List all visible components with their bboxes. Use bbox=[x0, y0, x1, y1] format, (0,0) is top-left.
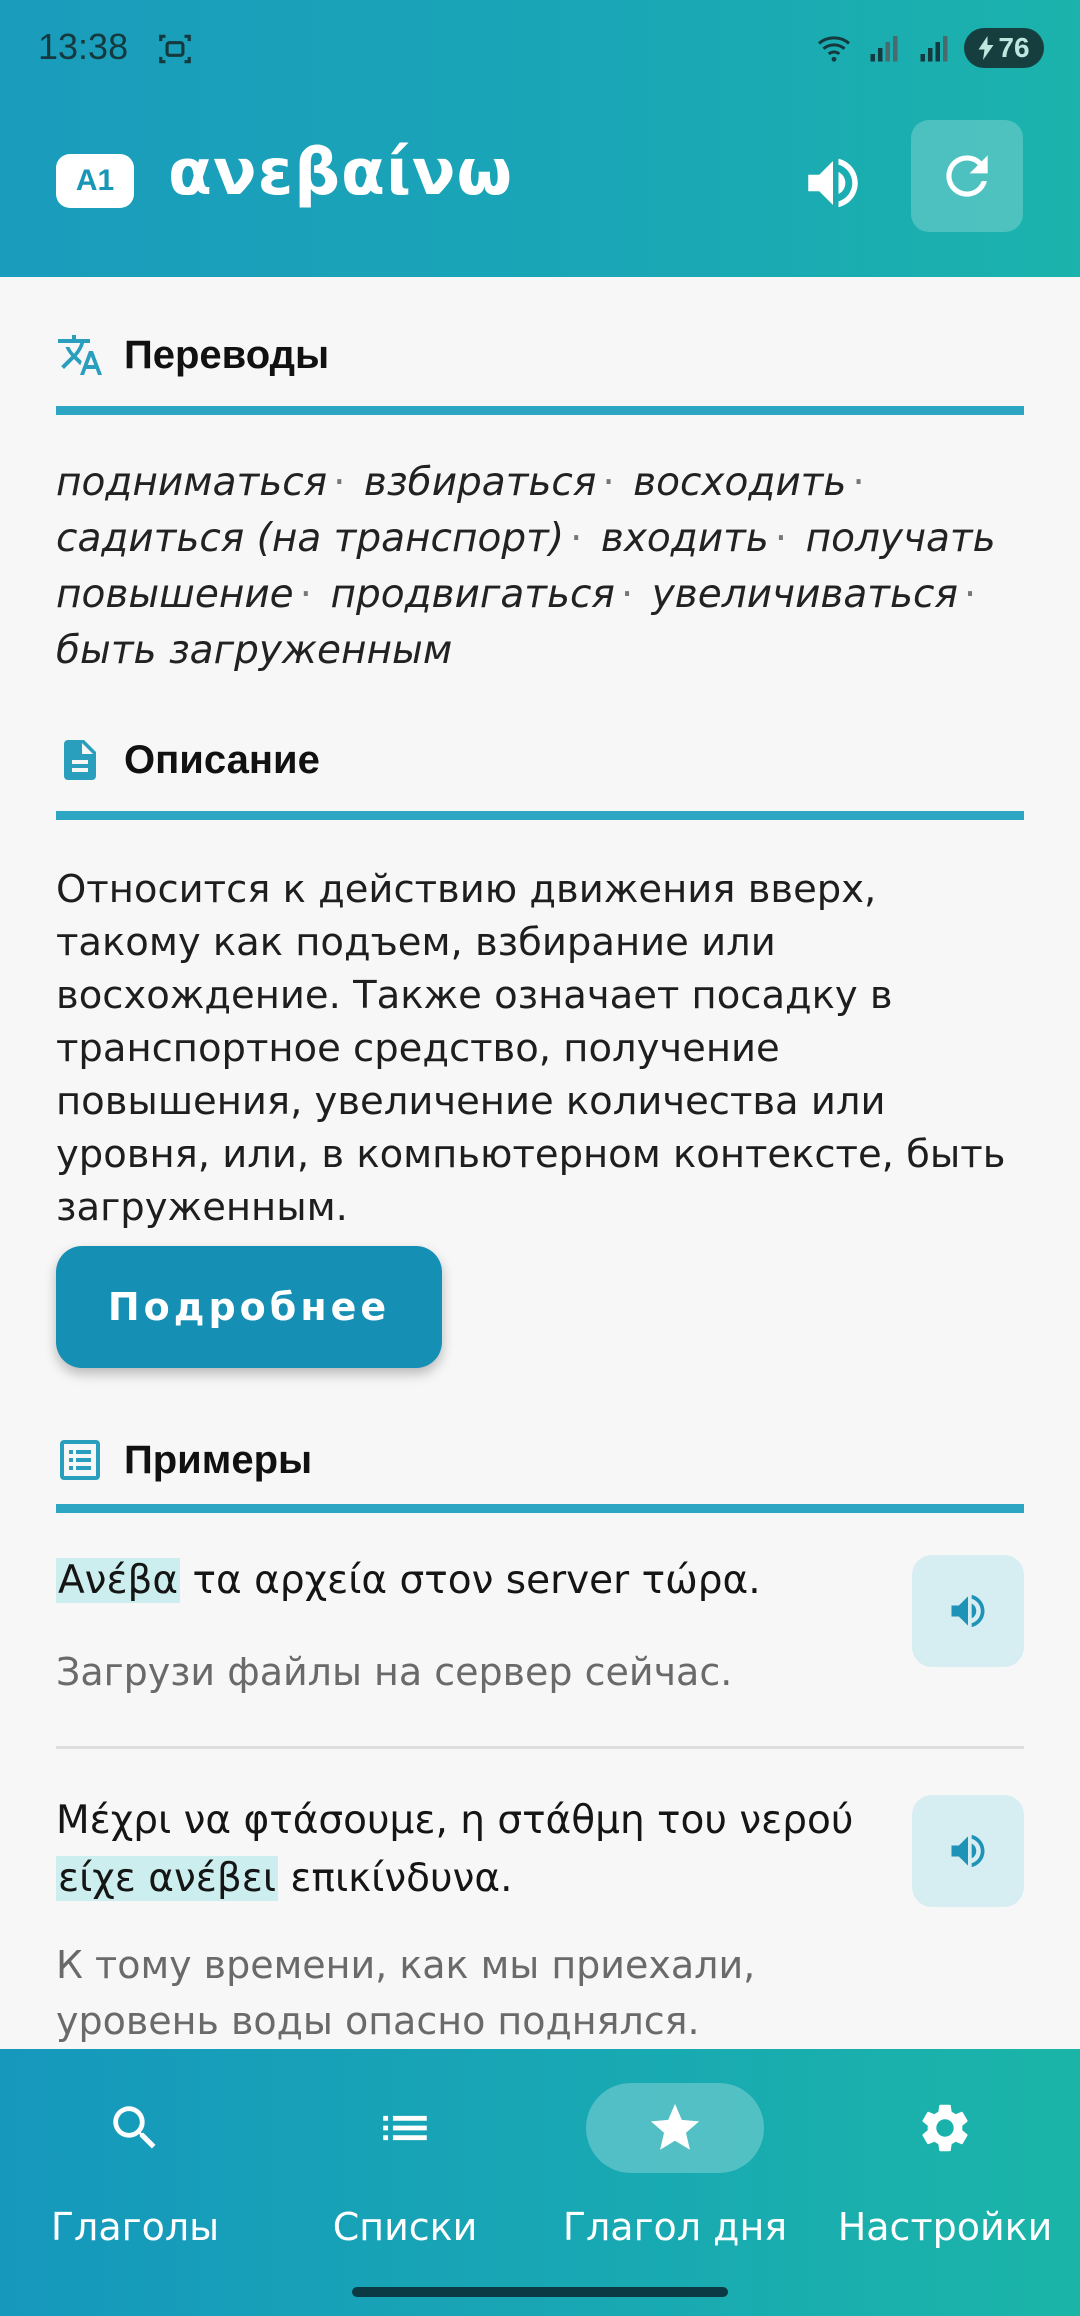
nav-label: Настройки bbox=[837, 2205, 1053, 2249]
home-indicator[interactable] bbox=[352, 2287, 728, 2297]
example-greek-text: επικίνδυνα. bbox=[278, 1856, 513, 1901]
translation-separator: · bbox=[299, 572, 313, 617]
section-divider bbox=[56, 811, 1024, 820]
status-bar: 13:38 76 bbox=[0, 0, 1080, 96]
nav-verbs[interactable]: Глаголы bbox=[0, 2049, 270, 2279]
nav-label: Глагол дня bbox=[562, 2205, 788, 2249]
translations-list: подниматься · взбираться · восходить · сади… bbox=[56, 455, 1024, 679]
battery-indicator: 76 bbox=[964, 28, 1044, 68]
translation-separator: · bbox=[620, 572, 634, 617]
nav-icon-container bbox=[856, 2083, 1034, 2173]
translation-item: входить bbox=[600, 516, 769, 561]
list-icon bbox=[383, 2115, 427, 2141]
nav-label: Глаголы bbox=[50, 2205, 220, 2249]
nav-lists[interactable]: Списки bbox=[270, 2049, 540, 2279]
example-greek: Ανέβα τα αρχεία στον server τώρα. bbox=[56, 1552, 896, 1610]
verb-title: ανεβαίνω bbox=[168, 136, 514, 210]
nav-icon-container bbox=[46, 2083, 224, 2173]
star-icon bbox=[650, 2103, 700, 2150]
translation-item: восходить bbox=[633, 460, 847, 505]
verb-description: Относится к действию движения вверх, так… bbox=[56, 867, 1006, 1230]
example-highlight: Ανέβα bbox=[56, 1558, 181, 1603]
signal-icon bbox=[870, 36, 898, 62]
translate-icon bbox=[58, 335, 102, 375]
speaker-button[interactable] bbox=[800, 150, 866, 216]
examples-title: Примеры bbox=[124, 1437, 313, 1482]
status-time: 13:38 bbox=[38, 26, 129, 67]
translation-separator: · bbox=[963, 572, 977, 617]
translation-separator: · bbox=[852, 460, 865, 505]
description-header: Описание bbox=[56, 730, 320, 790]
search-icon bbox=[113, 2106, 156, 2149]
example-greek-text: Μέχρι να φτάσουμε, η στάθμη του νερού bbox=[56, 1798, 854, 1843]
examples-header: Примеры bbox=[56, 1430, 312, 1490]
example-greek: Μέχρι να φτάσουμε, η στάθμη του νερού εί… bbox=[56, 1792, 896, 1908]
refresh-button[interactable] bbox=[911, 120, 1023, 232]
speaker-icon bbox=[951, 1834, 985, 1868]
app-header: 13:38 76 A1 ανεβαίνω bbox=[0, 0, 1080, 277]
translation-separator: · bbox=[774, 516, 788, 561]
translation-item: подниматься bbox=[56, 460, 328, 505]
example-translation: К тому времени, как мы приехали, уровень… bbox=[56, 1943, 756, 2043]
document-icon bbox=[64, 740, 96, 780]
nav-label: Списки bbox=[332, 2205, 478, 2249]
example-speaker-button[interactable] bbox=[912, 1555, 1024, 1667]
nav-verb-of-day[interactable]: Глагол дня bbox=[540, 2049, 810, 2279]
screen-record-icon bbox=[159, 34, 191, 64]
bottom-navigation: Глаголы Списки Глагол дня Настройки bbox=[0, 2049, 1080, 2316]
example-greek-text: τα αρχεία στον server τώρα. bbox=[180, 1558, 761, 1603]
translation-item: взбираться bbox=[363, 460, 597, 505]
nav-settings[interactable]: Настройки bbox=[810, 2049, 1080, 2279]
translation-separator: · bbox=[602, 460, 615, 505]
example-speaker-button[interactable] bbox=[912, 1795, 1024, 1907]
translation-separator: · bbox=[333, 460, 346, 505]
battery-level: 76 bbox=[998, 32, 1030, 63]
translation-item: быть загруженным bbox=[56, 628, 453, 673]
refresh-icon bbox=[946, 155, 988, 197]
more-button[interactable]: Подробнее bbox=[56, 1246, 442, 1368]
gear-icon bbox=[922, 2104, 968, 2152]
signal-roaming-icon bbox=[920, 36, 948, 62]
nav-icon-container bbox=[586, 2083, 764, 2173]
translations-title: Переводы bbox=[124, 332, 330, 377]
description-title: Описание bbox=[124, 737, 320, 782]
level-badge: A1 bbox=[56, 154, 134, 208]
translation-item: продвигаться bbox=[330, 572, 615, 617]
speaker-icon bbox=[951, 1594, 985, 1628]
section-divider bbox=[56, 406, 1024, 415]
translation-item: садиться (на транспорт) bbox=[56, 516, 565, 561]
translation-separator: · bbox=[570, 516, 583, 561]
example-divider bbox=[56, 1746, 1024, 1749]
translations-header: Переводы bbox=[56, 325, 329, 385]
charging-icon bbox=[978, 36, 994, 60]
section-divider bbox=[56, 1504, 1024, 1513]
wifi-icon bbox=[817, 36, 851, 62]
nav-icon-container bbox=[316, 2083, 494, 2173]
example-highlight: είχε ανέβει bbox=[56, 1856, 279, 1901]
translation-item: увеличиваться bbox=[651, 572, 958, 617]
list-alt-icon bbox=[60, 1440, 100, 1480]
example-translation: Загрузи файлы на сервер сейчас. bbox=[56, 1650, 733, 1694]
status-icons: 76 bbox=[814, 28, 1044, 68]
